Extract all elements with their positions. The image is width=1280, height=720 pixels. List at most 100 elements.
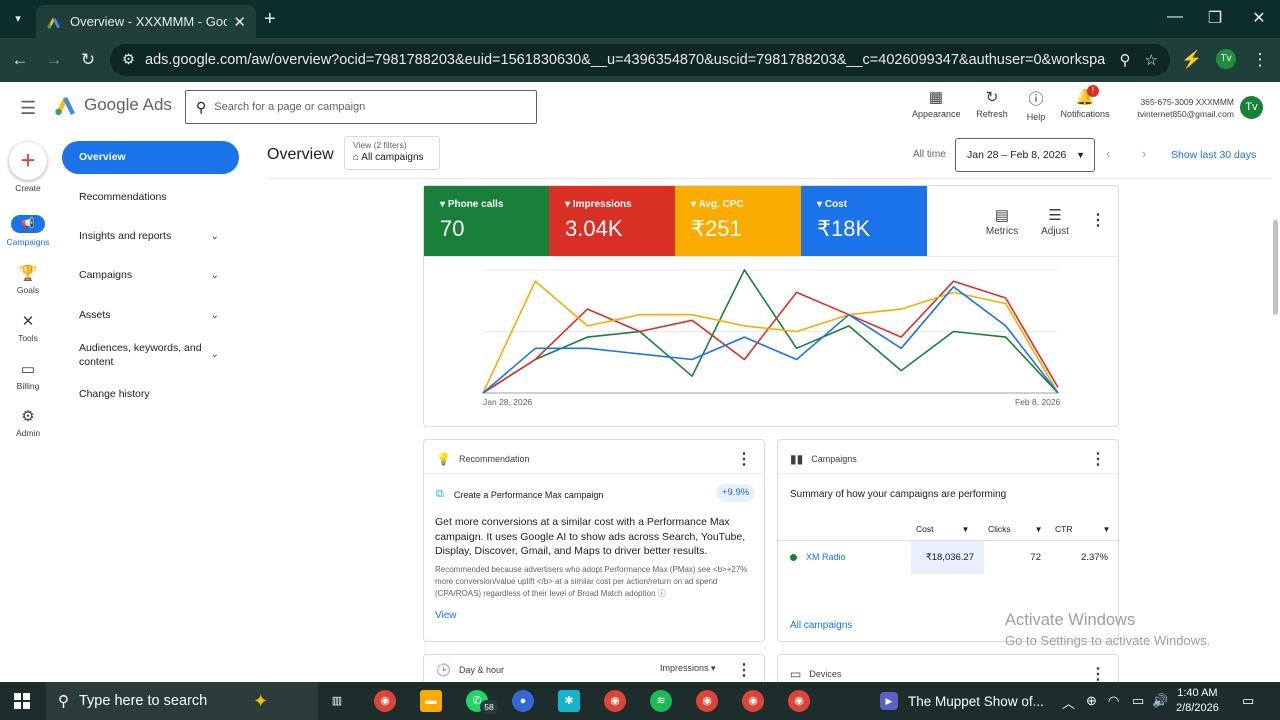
create-button[interactable]: + [9, 142, 47, 180]
wifi-icon[interactable]: ◠ [1108, 693, 1119, 709]
campaign-row-name[interactable]: XM Radio [790, 552, 846, 562]
app-icon[interactable]: ● [512, 690, 534, 712]
day-hour-metric-dropdown[interactable]: Impressions ▾ [660, 663, 716, 674]
rail-tools[interactable]: ✕ Tools [0, 312, 56, 343]
nav-assets[interactable]: Assets ⌄ [79, 309, 239, 321]
browser-tab[interactable]: Overview - XXXMMM - Google ✕ [36, 5, 256, 38]
page-search-input[interactable]: ⚲ Search for a page or campaign [185, 90, 537, 124]
rail-goals-label: Goals [16, 285, 40, 295]
nav-audiences[interactable]: Audiences, keywords, and content ⌄ [79, 341, 239, 369]
devices-more-icon[interactable]: ⋮ [1090, 664, 1106, 684]
nav-change-history[interactable]: Change history [79, 388, 239, 400]
refresh-button[interactable]: ↻ Refresh [972, 88, 1012, 119]
rec-uplift-badge: +9.9% [716, 484, 756, 502]
recommendation-card: 💡 Recommendation ⋮ ⧉ Create a Performanc… [423, 439, 765, 642]
previous-period-icon[interactable]: ‹ [1106, 146, 1110, 161]
media-now-playing[interactable]: ▶ The Muppet Show of... [880, 692, 1044, 710]
all-campaigns-link[interactable]: All campaigns [790, 620, 852, 631]
adjust-button[interactable]: ☰ Adjust [1038, 206, 1072, 237]
show-last-30-days-link[interactable]: Show last 30 days [1171, 149, 1256, 161]
col-header-ctr[interactable]: CTR ▼ [1055, 524, 1110, 534]
metric-tile-impressions[interactable]: ▾ Impressions 3.04K [549, 186, 675, 256]
minimize-icon[interactable]: — [1160, 8, 1190, 26]
windows-start-icon[interactable] [14, 693, 30, 709]
next-period-icon[interactable]: › [1142, 146, 1146, 161]
omnibox[interactable]: ⚙ ads.google.com/aw/overview?ocid=798178… [110, 44, 1170, 76]
account-avatar[interactable]: Tv [1240, 96, 1263, 119]
rec-view-link[interactable]: View [435, 610, 457, 621]
help-label: Help [1026, 112, 1046, 122]
chrome-profile-o-icon[interactable]: ◉ [742, 690, 764, 712]
help-button[interactable]: ⓘ Help [1021, 88, 1051, 122]
forward-icon[interactable]: → [42, 50, 66, 70]
help-circle-icon[interactable]: ⓘ [658, 589, 666, 598]
page-scrollbar[interactable] [1273, 220, 1278, 315]
notifications-button[interactable]: 🔔 Notifications [1058, 88, 1112, 119]
extension-icon[interactable]: ⚡ [1180, 50, 1204, 70]
google-ads-logo[interactable]: Google Ads [54, 94, 172, 116]
date-range-picker[interactable]: Jan 28 – Feb 8, 2026 ▼ [955, 138, 1095, 172]
browser-menu-icon[interactable]: ⋮ [1248, 50, 1272, 70]
metric-tile-phone-calls[interactable]: ▾ Phone calls 70 [424, 186, 549, 256]
browser-profile-avatar[interactable]: Tv [1216, 49, 1236, 69]
credit-card-icon: ▭ [20, 361, 36, 378]
chart-more-icon[interactable]: ⋮ [1090, 210, 1106, 230]
spotify-icon[interactable]: ≋ [650, 690, 672, 712]
file-explorer-icon[interactable]: ▬ [420, 690, 442, 712]
site-info-icon[interactable]: ⚙ [122, 52, 135, 68]
restore-icon[interactable]: ❐ [1200, 8, 1230, 28]
main-menu-icon[interactable]: ☰ [20, 98, 36, 119]
chrome-profile-b-icon[interactable]: ◉ [604, 690, 626, 712]
rail-admin[interactable]: ⚙ Admin [0, 407, 56, 438]
chrome-profile-tv-icon[interactable]: ◉ [788, 690, 810, 712]
rail-goals[interactable]: 🏆 Goals [0, 264, 56, 295]
nav-campaigns[interactable]: Campaigns ⌄ [79, 269, 239, 281]
col-header-cost[interactable]: Cost ▼ [916, 524, 969, 534]
tab-close-icon[interactable]: ✕ [233, 13, 246, 31]
taskbar-clock[interactable]: 1:40 AM 2/8/2026 [1176, 686, 1219, 716]
taskbar-search-box[interactable]: ⚲ Type here to search ✦ [46, 682, 318, 720]
back-icon[interactable]: ← [8, 50, 32, 70]
new-tab-icon[interactable]: + [264, 8, 276, 31]
chevron-down-icon: ⌄ [210, 230, 219, 242]
reload-icon[interactable]: ↻ [76, 50, 100, 70]
tray-chevron-icon[interactable]: ︿ [1062, 693, 1075, 712]
metric-tile-avg-cpc[interactable]: ▾ Avg. CPC ₹251 [675, 186, 801, 256]
campaigns-megaphone-icon[interactable]: 📢 [11, 215, 45, 233]
chrome-icon[interactable]: ◉ [374, 690, 396, 712]
metric-tile-cost[interactable]: ▾ Cost ₹18K [801, 186, 927, 256]
zoom-search-icon[interactable]: ⚲ [1120, 51, 1131, 69]
tab-search-menu-icon[interactable]: ▾ [8, 9, 28, 29]
network-icon[interactable]: ▭ [1132, 693, 1144, 709]
col-header-clicks-label: Clicks [988, 524, 1011, 534]
volume-icon[interactable]: 🔊 [1152, 693, 1168, 709]
bar-chart-icon: ▮▮ [790, 452, 804, 466]
rail-billing[interactable]: ▭ Billing [0, 360, 56, 391]
campaigns-more-icon[interactable]: ⋮ [1090, 449, 1106, 469]
capcut-icon[interactable]: ✱ [558, 690, 580, 712]
x-tick-label-start: Jan 28, 2026 [483, 397, 533, 407]
recommendation-more-icon[interactable]: ⋮ [736, 449, 752, 469]
rec-detail: Recommended because advertisers who adop… [435, 564, 760, 600]
chrome-profile-icon[interactable]: ◉ [696, 690, 718, 712]
tray-app-icon[interactable]: ⊕ [1086, 693, 1097, 709]
task-view-icon[interactable]: ▥ [326, 690, 348, 712]
rail-tools-label: Tools [18, 333, 38, 343]
appearance-label: Appearance [912, 109, 961, 119]
appearance-button[interactable]: ▦ Appearance [912, 88, 961, 119]
rec-item-title: ⧉ Create a Performance Max campaign [436, 488, 603, 501]
dropdown-arrow-icon: ▼ [1076, 150, 1085, 160]
col-header-clicks[interactable]: Clicks ▼ [988, 524, 1043, 534]
view-filter-chip[interactable]: View (2 filters) ⌂ All campaigns [344, 136, 440, 170]
nav-overview[interactable]: Overview [62, 141, 239, 174]
bookmark-star-icon[interactable]: ☆ [1145, 51, 1158, 69]
rail-campaigns-label[interactable]: Campaigns [0, 237, 56, 247]
notification-center-icon[interactable]: ▭ [1242, 693, 1254, 709]
window-close-icon[interactable]: ✕ [1244, 8, 1274, 28]
nav-insights[interactable]: Insights and reports ⌄ [79, 230, 239, 242]
nav-recommendations[interactable]: Recommendations [79, 191, 239, 203]
dropdown-arrow-icon: ▾ [711, 663, 716, 673]
metrics-button[interactable]: ▤ Metrics [984, 206, 1020, 237]
account-info[interactable]: 365-675-3009 XXXMMM tvinternet850@gmail.… [1128, 96, 1234, 120]
day-hour-more-icon[interactable]: ⋮ [736, 660, 752, 680]
